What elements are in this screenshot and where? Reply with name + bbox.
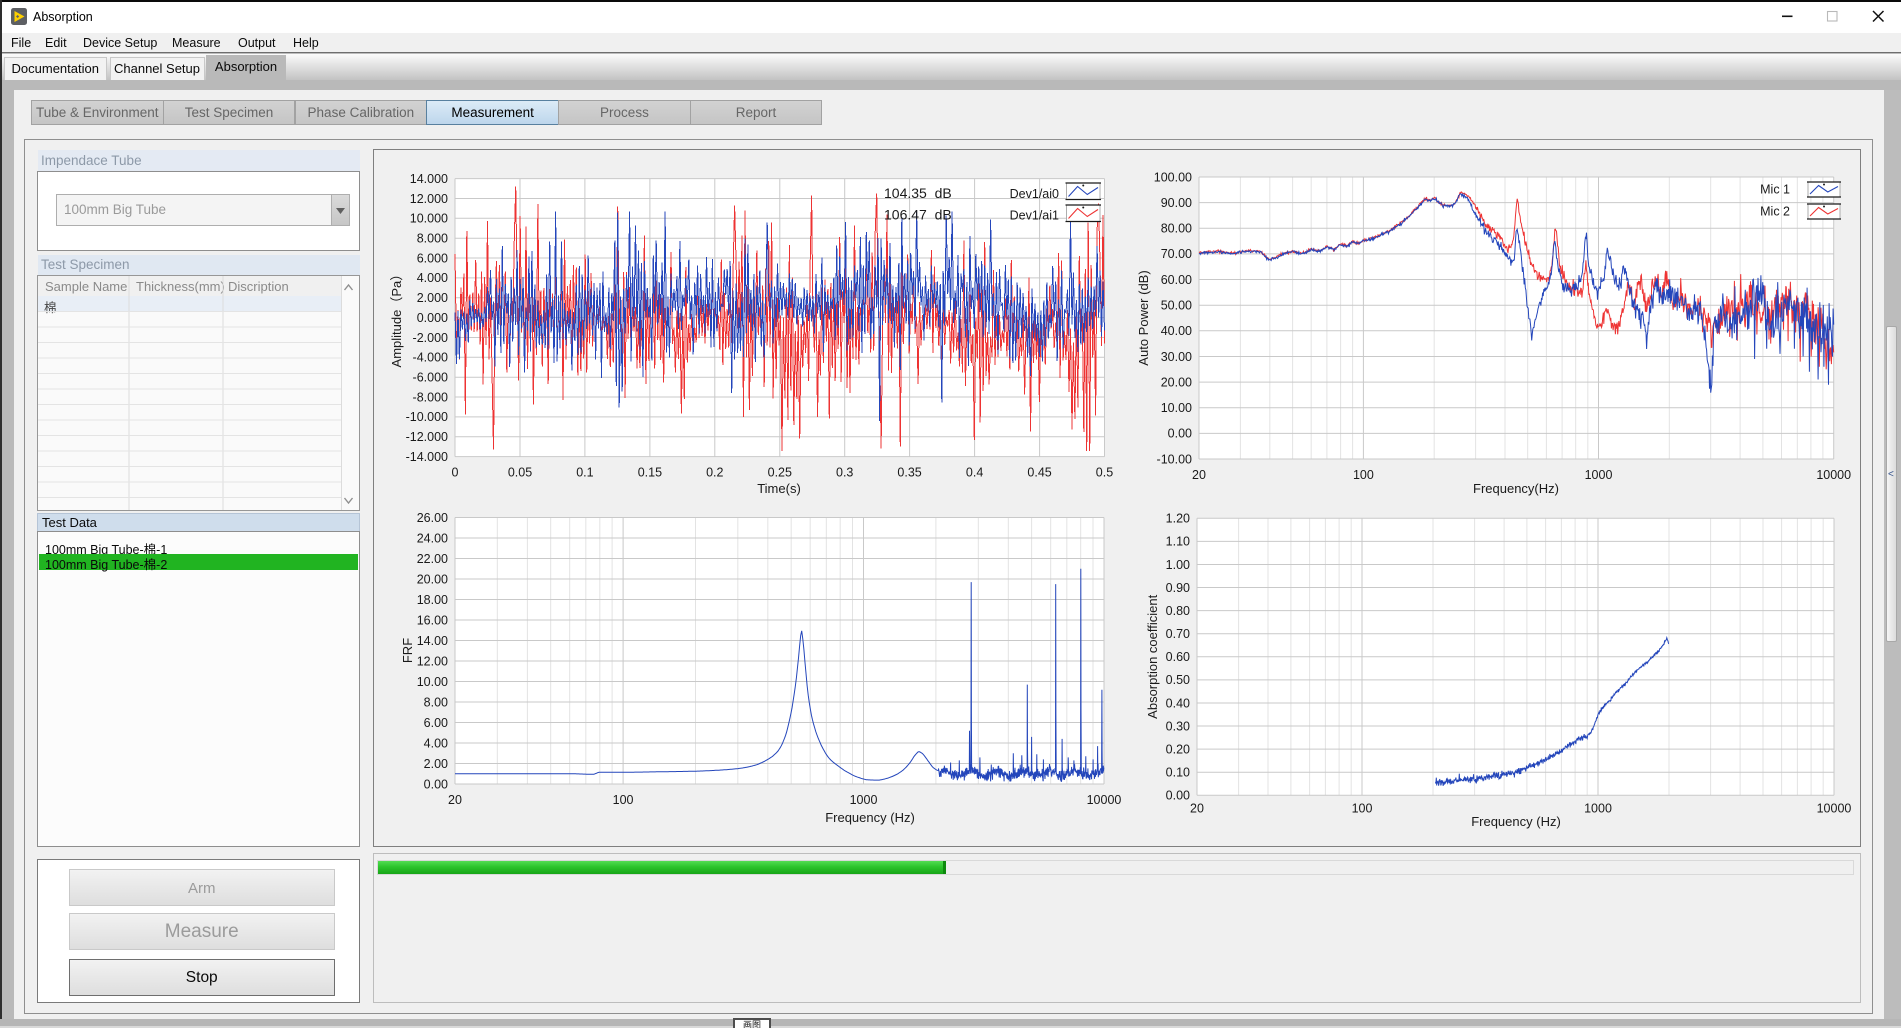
svg-text:90.00: 90.00 [1161, 196, 1192, 210]
svg-text:Frequency (Hz): Frequency (Hz) [1471, 814, 1561, 829]
svg-text:0.000: 0.000 [417, 311, 448, 325]
svg-text:-4.000: -4.000 [413, 351, 448, 365]
svg-text:12.000: 12.000 [410, 192, 448, 206]
svg-text:-10.000: -10.000 [406, 410, 448, 424]
svg-text:1000: 1000 [1584, 801, 1612, 815]
svg-text:0.20: 0.20 [1166, 742, 1190, 756]
svg-text:4.00: 4.00 [424, 736, 448, 750]
svg-text:10.00: 10.00 [1161, 401, 1192, 415]
svg-text:Dev1/ai0: Dev1/ai0 [1010, 187, 1059, 201]
svg-text:0.25: 0.25 [768, 466, 792, 480]
svg-text:10.000: 10.000 [410, 212, 448, 226]
svg-text:0.60: 0.60 [1166, 650, 1190, 664]
svg-text:0.45: 0.45 [1027, 466, 1051, 480]
svg-text:2.000: 2.000 [417, 291, 448, 305]
svg-text:0.1: 0.1 [576, 466, 593, 480]
svg-text:100: 100 [1352, 801, 1373, 815]
svg-text:100: 100 [1353, 468, 1374, 482]
svg-text:60.00: 60.00 [1161, 273, 1192, 287]
svg-text:0: 0 [452, 466, 459, 480]
svg-text:0.35: 0.35 [897, 466, 921, 480]
svg-text:0.30: 0.30 [1166, 719, 1190, 733]
svg-text:Absorption coefficient: Absorption coefficient [1145, 594, 1160, 718]
svg-text:Frequency (Hz): Frequency (Hz) [825, 810, 915, 825]
svg-text:0.80: 0.80 [1166, 604, 1190, 618]
svg-text:FRF: FRF [400, 638, 415, 663]
svg-text:0.5: 0.5 [1096, 466, 1113, 480]
svg-text:-6.000: -6.000 [413, 371, 448, 385]
svg-text:Mic 1: Mic 1 [1760, 183, 1790, 197]
svg-text:0.00: 0.00 [1168, 427, 1192, 441]
svg-text:1.20: 1.20 [1166, 512, 1190, 526]
svg-text:14.00: 14.00 [417, 634, 448, 648]
svg-text:80.00: 80.00 [1161, 222, 1192, 236]
svg-text:6.00: 6.00 [424, 716, 448, 730]
svg-text:70.00: 70.00 [1161, 247, 1192, 261]
svg-text:-2.000: -2.000 [413, 331, 448, 345]
svg-text:104.35 dB: 104.35 dB [884, 185, 952, 201]
svg-text:8.000: 8.000 [417, 232, 448, 246]
svg-text:0.70: 0.70 [1166, 627, 1190, 641]
svg-text:10.00: 10.00 [417, 675, 448, 689]
svg-text:1.10: 1.10 [1166, 535, 1190, 549]
svg-text:0.90: 0.90 [1166, 581, 1190, 595]
svg-text:-14.000: -14.000 [406, 450, 448, 464]
svg-text:50.00: 50.00 [1161, 299, 1192, 313]
svg-text:Time(s): Time(s) [757, 481, 801, 496]
svg-text:Amplitude（Pa）: Amplitude（Pa） [389, 268, 404, 368]
svg-text:0.40: 0.40 [1166, 696, 1190, 710]
svg-text:26.00: 26.00 [417, 511, 448, 525]
svg-text:1000: 1000 [1585, 468, 1613, 482]
svg-text:Frequency(Hz): Frequency(Hz) [1473, 481, 1559, 496]
svg-text:Mic 2: Mic 2 [1760, 205, 1790, 219]
svg-text:100.00: 100.00 [1154, 170, 1192, 184]
svg-text:20.00: 20.00 [417, 572, 448, 586]
svg-text:24.00: 24.00 [417, 531, 448, 545]
svg-text:0.10: 0.10 [1166, 766, 1190, 780]
svg-text:4.000: 4.000 [417, 271, 448, 285]
svg-text:0.15: 0.15 [638, 466, 662, 480]
svg-text:14.000: 14.000 [410, 172, 448, 186]
svg-text:12.00: 12.00 [417, 654, 448, 668]
svg-text:6.000: 6.000 [417, 251, 448, 265]
svg-text:18.00: 18.00 [417, 593, 448, 607]
svg-text:Auto Power (dB): Auto Power (dB) [1136, 270, 1151, 365]
svg-text:1.00: 1.00 [1166, 558, 1190, 572]
svg-text:0.05: 0.05 [508, 466, 532, 480]
svg-text:10000: 10000 [1816, 468, 1851, 482]
svg-text:40.00: 40.00 [1161, 324, 1192, 338]
svg-text:20: 20 [448, 793, 462, 807]
svg-text:0.00: 0.00 [424, 777, 448, 791]
svg-text:Dev1/ai1: Dev1/ai1 [1010, 208, 1059, 222]
svg-text:100: 100 [613, 793, 634, 807]
svg-text:2.00: 2.00 [424, 757, 448, 771]
svg-text:20: 20 [1192, 468, 1206, 482]
svg-text:20: 20 [1190, 801, 1204, 815]
svg-text:-8.000: -8.000 [413, 390, 448, 404]
svg-text:-12.000: -12.000 [406, 430, 448, 444]
svg-text:10000: 10000 [1087, 793, 1122, 807]
svg-text:8.00: 8.00 [424, 695, 448, 709]
svg-text:0.50: 0.50 [1166, 673, 1190, 687]
svg-text:1000: 1000 [850, 793, 878, 807]
svg-text:22.00: 22.00 [417, 552, 448, 566]
svg-text:0.00: 0.00 [1166, 789, 1190, 803]
svg-text:20.00: 20.00 [1161, 375, 1192, 389]
svg-text:0.4: 0.4 [966, 466, 983, 480]
svg-text:0.2: 0.2 [706, 466, 723, 480]
svg-text:10000: 10000 [1817, 801, 1852, 815]
svg-text:-10.00: -10.00 [1157, 452, 1192, 466]
svg-text:0.3: 0.3 [836, 466, 853, 480]
svg-text:106.47 dB: 106.47 dB [884, 207, 952, 223]
svg-text:30.00: 30.00 [1161, 350, 1192, 364]
svg-text:16.00: 16.00 [417, 613, 448, 627]
